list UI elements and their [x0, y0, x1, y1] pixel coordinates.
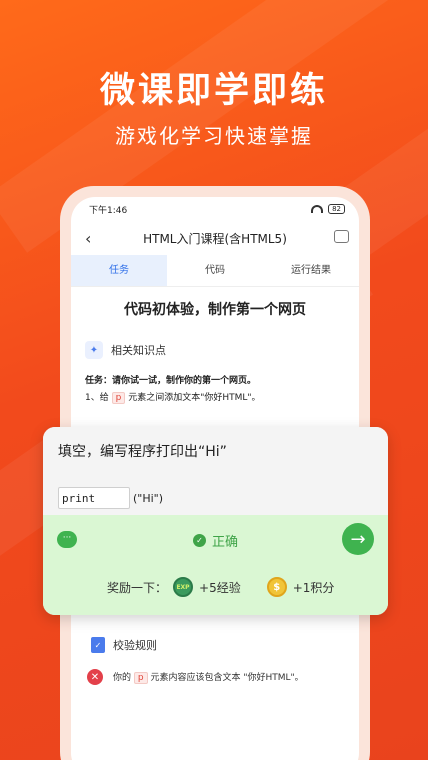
task-description: 任务：请你试一试，制作你的第一个网页。 — [85, 373, 359, 386]
step-prefix: 1、给 — [85, 393, 109, 403]
code-suffix: ("Hi") — [133, 491, 164, 505]
rule-item: ✕ 你的 p 元素内容应该包含文本 "你好HTML"。 — [87, 669, 359, 685]
hero-title: 微课即学即练 — [99, 71, 328, 111]
code-tag: p — [111, 392, 126, 404]
knowledge-label: 相关知识点 — [111, 344, 166, 357]
quiz-result-area: ··· ✓ 正确 → 奖励一下： EXP +5经验 $ +1积分 — [43, 515, 388, 615]
lightbulb-icon: ✦ — [85, 341, 103, 359]
tab-code[interactable]: 代码 — [167, 255, 263, 286]
task-step-1: 1、给 p 元素之间添加文本"你好HTML"。 — [85, 390, 359, 404]
quiz-card: 填空，编写程序打印出“Hi” ("Hi") ··· ✓ 正确 → 奖励一下： E… — [43, 427, 388, 615]
reward-label: 奖励一下： — [107, 580, 168, 595]
coin-icon: $ — [266, 577, 287, 597]
checklist-icon: ✓ — [91, 637, 105, 653]
quiz-question: 填空，编写程序打印出“Hi” — [58, 444, 227, 460]
nav-bar: ‹ HTML入门课程(含HTML5) — [71, 221, 359, 255]
comment-icon[interactable]: ··· — [57, 531, 77, 548]
reward-row: 奖励一下： EXP +5经验 $ +1积分 — [107, 577, 334, 597]
quiz-question-area: 填空，编写程序打印出“Hi” ("Hi") — [43, 427, 388, 515]
rule-prefix: 你的 — [113, 673, 132, 683]
result-status: ✓ 正确 — [193, 531, 238, 550]
points-reward: +1积分 — [292, 580, 335, 595]
rule-suffix: 元素内容应该包含文本 "你好HTML"。 — [150, 673, 304, 683]
wifi-icon — [311, 205, 324, 213]
exp-icon: EXP — [173, 577, 194, 597]
battery-icon: 82 — [328, 204, 345, 214]
tab-bar: 任务 代码 运行结果 — [71, 255, 359, 287]
knowledge-section[interactable]: ✦ 相关知识点 — [85, 341, 359, 359]
lesson-heading: 代码初体验，制作第一个网页 — [124, 302, 306, 318]
task-text: 任务：请你试一试，制作你的第一个网页。 — [85, 376, 257, 386]
hero-subtitle: 游戏化学习快速掌握 — [115, 124, 313, 148]
error-icon: ✕ — [87, 669, 103, 685]
step-suffix: 元素之间添加文本"你好HTML"。 — [128, 393, 261, 403]
tab-result[interactable]: 运行结果 — [263, 255, 359, 286]
chat-icon[interactable] — [334, 230, 349, 243]
check-circle-icon: ✓ — [193, 534, 206, 547]
check-rules-section: ✓ 校验规则 ✕ 你的 p 元素内容应该包含文本 "你好HTML"。 — [71, 637, 359, 685]
result-text: 正确 — [212, 535, 239, 550]
exp-reward: +5经验 — [199, 580, 241, 595]
tab-task[interactable]: 任务 — [71, 255, 167, 286]
check-title: 校验规则 — [113, 639, 157, 652]
answer-input[interactable] — [58, 487, 130, 509]
next-arrow-button[interactable]: → — [342, 523, 374, 555]
code-tag: p — [133, 672, 148, 684]
page-title: HTML入门课程(含HTML5) — [143, 231, 287, 246]
status-time: 下午1:46 — [89, 205, 128, 216]
status-bar: 下午1:46 82 — [71, 197, 359, 221]
back-icon[interactable]: ‹ — [85, 229, 91, 248]
